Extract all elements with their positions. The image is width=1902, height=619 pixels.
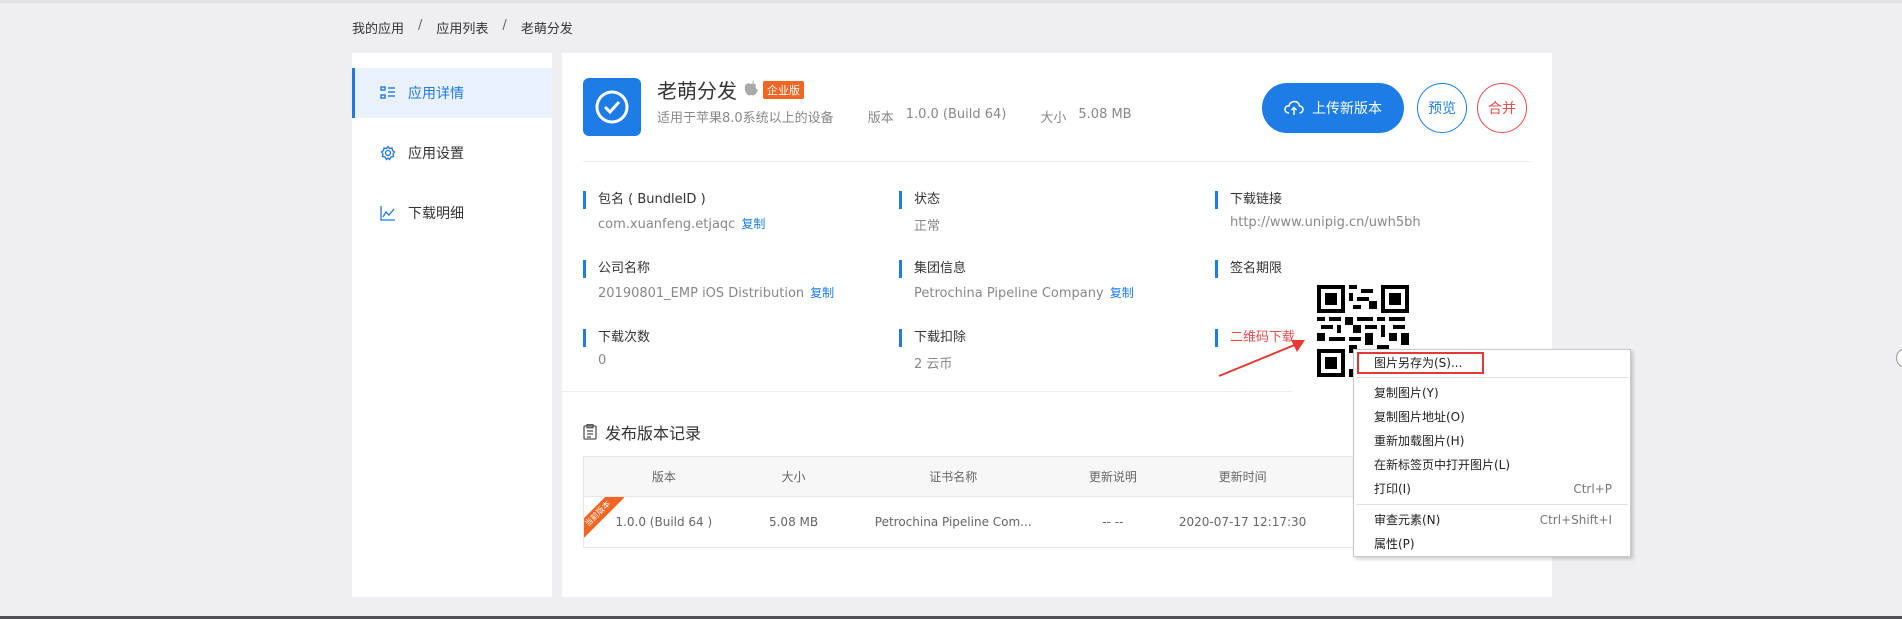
- copy-company-link[interactable]: 复制: [810, 286, 834, 300]
- column-header: 更新时间: [1218, 470, 1267, 484]
- chart-icon: [380, 205, 396, 221]
- cell-note: -- --: [1102, 515, 1124, 529]
- divider: [583, 161, 1531, 162]
- sidebar-item-label: 下载明细: [408, 206, 464, 222]
- company-field: 公司名称 20190801_EMP iOS Distribution 复制: [583, 260, 834, 301]
- group-field: 集团信息 Petrochina Pipeline Company 复制: [899, 260, 1134, 301]
- menu-item-label: 复制图片(Y): [1374, 386, 1439, 400]
- deduct-label: 下载扣除: [899, 329, 966, 347]
- sign-period-label: 签名期限: [1215, 260, 1282, 278]
- document-icon: [583, 424, 597, 440]
- upload-button-label: 上传新版本: [1312, 101, 1382, 117]
- breadcrumb-separator: /: [418, 18, 423, 33]
- group-value: Petrochina Pipeline Company: [914, 286, 1104, 301]
- red-arrow-annotation: [1218, 340, 1305, 377]
- merge-button[interactable]: 合并: [1477, 83, 1527, 133]
- downloads-field: 下载次数 0: [583, 329, 650, 368]
- sidebar-item-download-details[interactable]: 下载明细: [352, 188, 552, 238]
- cloud-upload-icon: [1284, 100, 1304, 115]
- copy-group-link[interactable]: 复制: [1110, 286, 1134, 300]
- sidebar-item-app-details[interactable]: 应用详情: [352, 68, 552, 118]
- menu-item-open-image-new-tab[interactable]: 在新标签页中打开图片(L): [1354, 453, 1630, 477]
- menu-item-label: 审查元素(N): [1374, 513, 1441, 527]
- breadcrumb-app-list[interactable]: 应用列表: [436, 18, 488, 37]
- menu-item-print[interactable]: 打印(I) Ctrl+P: [1354, 477, 1630, 501]
- company-label: 公司名称: [583, 260, 834, 278]
- deduct-field: 下载扣除 2 云币: [899, 329, 966, 372]
- apple-icon: [743, 79, 759, 101]
- check-circle-icon: [595, 90, 629, 124]
- download-link-value[interactable]: http://www.unipig.cn/uwh5bh: [1215, 215, 1421, 230]
- sidebar-item-app-settings[interactable]: 应用设置: [352, 128, 552, 178]
- menu-item-copy-image-address[interactable]: 复制图片地址(O): [1354, 405, 1630, 429]
- download-link-label: 下载链接: [1215, 191, 1421, 209]
- bundle-id-label: 包名 ( BundleID ): [583, 191, 765, 209]
- breadcrumb: 我的应用 / 应用列表 / 老萌分发: [352, 18, 573, 37]
- app-subtitle: 适用于苹果8.0系统以上的设备: [657, 111, 834, 126]
- breadcrumb-separator: /: [502, 18, 507, 33]
- version-value: 1.0.0 (Build 64): [905, 107, 1007, 122]
- column-header: 证书名称: [929, 470, 978, 484]
- size-value: 5.08 MB: [1078, 107, 1132, 122]
- menu-item-label: 打印(I): [1374, 482, 1411, 496]
- menu-item-properties[interactable]: 属性(P): [1354, 532, 1630, 556]
- menu-item-shortcut: Ctrl+Shift+I: [1539, 513, 1612, 527]
- column-header: 更新说明: [1088, 470, 1137, 484]
- menu-item-save-image-as[interactable]: 图片另存为(S)...: [1357, 352, 1484, 374]
- cell-time: 2020-07-17 12:17:30: [1178, 515, 1307, 529]
- group-label: 集团信息: [899, 260, 1134, 278]
- column-header: 版本: [651, 470, 676, 484]
- menu-item-label: 重新加载图片(H): [1374, 434, 1465, 448]
- context-menu: 图片另存为(S)... 复制图片(Y) 复制图片地址(O) 重新加载图片(H) …: [1353, 349, 1631, 557]
- deduct-value: 2 云币: [914, 357, 953, 372]
- app-meta: 适用于苹果8.0系统以上的设备 版本 1.0.0 (Build 64) 大小 5…: [657, 107, 1132, 126]
- cell-cert: Petrochina Pipeline Com...: [874, 515, 1032, 529]
- list-icon: [380, 85, 396, 101]
- version-label: 版本: [867, 111, 894, 126]
- preview-button[interactable]: 预览: [1417, 83, 1467, 133]
- size-label: 大小: [1040, 111, 1067, 126]
- app-icon: [583, 78, 641, 136]
- bundle-id-value: com.xuanfeng.etjaqc: [598, 217, 736, 232]
- scroll-widget[interactable]: [1896, 348, 1902, 368]
- download-link-field: 下载链接 http://www.unipig.cn/uwh5bh: [1215, 191, 1421, 230]
- breadcrumb-current: 老萌分发: [520, 22, 573, 37]
- menu-item-label: 属性(P): [1374, 537, 1415, 551]
- app-name: 老萌分发: [657, 79, 737, 103]
- status-label: 状态: [899, 191, 940, 209]
- release-records-title: 发布版本记录: [583, 420, 701, 444]
- menu-separator: [1356, 504, 1628, 505]
- menu-separator: [1356, 377, 1628, 378]
- downloads-label: 下载次数: [583, 329, 650, 347]
- upload-new-version-button[interactable]: 上传新版本: [1262, 83, 1404, 133]
- cell-size: 5.08 MB: [768, 515, 819, 529]
- sidebar: 应用详情 应用设置 下载明细: [352, 53, 552, 597]
- sidebar-item-label: 应用详情: [408, 86, 464, 102]
- app-title: 老萌分发 企业版: [657, 75, 804, 104]
- sign-period-field: 签名期限: [1215, 260, 1282, 278]
- menu-item-label: 在新标签页中打开图片(L): [1374, 458, 1511, 472]
- bundle-id-field: 包名 ( BundleID ) com.xuanfeng.etjaqc 复制: [583, 191, 765, 232]
- menu-item-inspect[interactable]: 审查元素(N) Ctrl+Shift+I: [1354, 508, 1630, 532]
- cell-version: 1.0.0 (Build 64 ): [615, 515, 713, 529]
- status-field: 状态 正常: [899, 191, 940, 234]
- column-header: 大小: [781, 470, 806, 484]
- breadcrumb-my-apps[interactable]: 我的应用: [352, 18, 404, 37]
- copy-bundle-id-link[interactable]: 复制: [741, 217, 765, 231]
- menu-item-label: 复制图片地址(O): [1374, 410, 1465, 424]
- company-value: 20190801_EMP iOS Distribution: [598, 286, 805, 301]
- status-value: 正常: [914, 219, 941, 234]
- enterprise-badge: 企业版: [763, 80, 804, 99]
- menu-item-shortcut: Ctrl+P: [1573, 482, 1612, 496]
- downloads-value: 0: [598, 353, 607, 368]
- menu-item-reload-image[interactable]: 重新加载图片(H): [1354, 429, 1630, 453]
- sidebar-item-label: 应用设置: [408, 146, 464, 162]
- menu-item-label: 图片另存为(S)...: [1374, 356, 1463, 370]
- gear-icon: [380, 145, 396, 161]
- release-records-label: 发布版本记录: [605, 424, 702, 443]
- divider: [562, 391, 1292, 392]
- top-border: [0, 0, 1902, 3]
- menu-item-copy-image[interactable]: 复制图片(Y): [1354, 381, 1630, 405]
